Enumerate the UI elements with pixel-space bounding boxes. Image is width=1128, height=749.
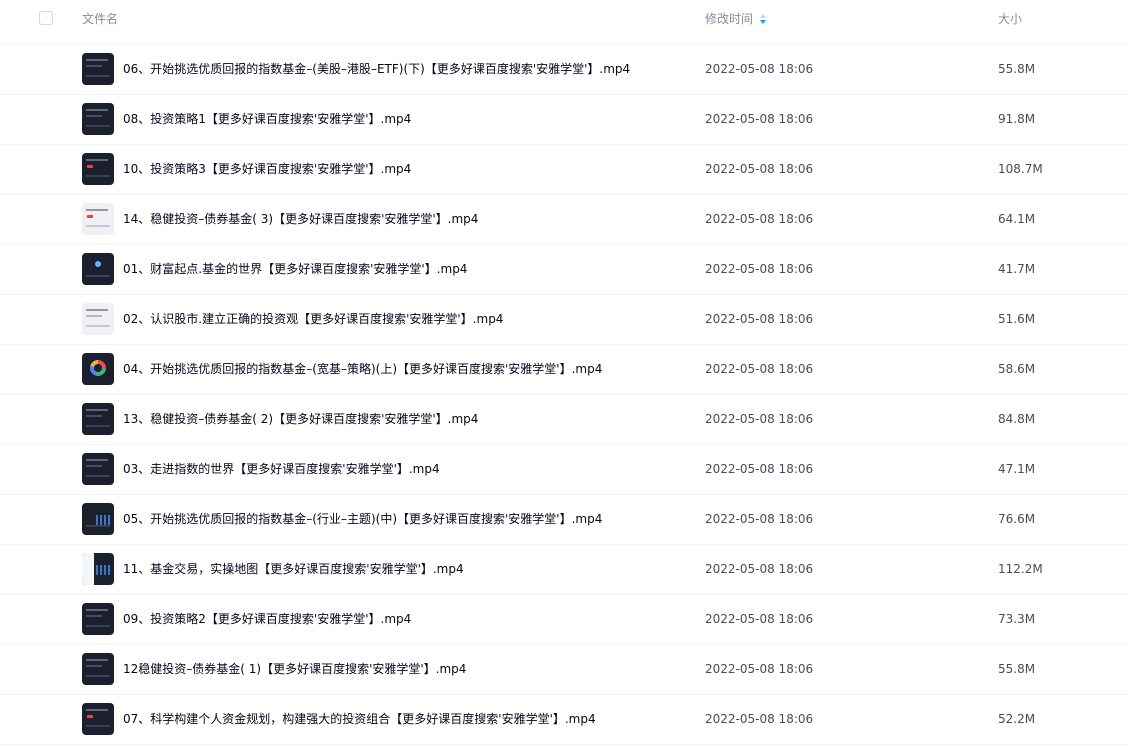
file-size: 55.8M [998, 62, 1036, 76]
file-name[interactable]: 14、稳健投资–债券基金( 3)【更多好课百度搜索'安雅学堂'】.mp4 [123, 212, 478, 226]
file-size: 112.2M [998, 562, 1043, 576]
sort-icon[interactable] [759, 13, 767, 25]
video-thumbnail-icon[interactable] [82, 653, 114, 685]
file-name[interactable]: 09、投资策略2【更多好课百度搜索'安雅学堂'】.mp4 [123, 612, 411, 626]
file-row[interactable]: 06、开始挑选优质回报的指数基金–(美股–港股–ETF)(下)【更多好课百度搜索… [0, 45, 1128, 95]
file-modified-time: 2022-05-08 18:06 [705, 112, 814, 126]
file-name[interactable]: 07、科学构建个人资金规划，构建强大的投资组合【更多好课百度搜索'安雅学堂'】.… [123, 712, 596, 726]
file-name[interactable]: 02、认识股市.建立正确的投资观【更多好课百度搜索'安雅学堂'】.mp4 [123, 312, 503, 326]
file-row[interactable]: 14、稳健投资–债券基金( 3)【更多好课百度搜索'安雅学堂'】.mp4 202… [0, 195, 1128, 245]
file-size: 51.6M [998, 312, 1036, 326]
file-modified-time: 2022-05-08 18:06 [705, 512, 814, 526]
file-name[interactable]: 03、走进指数的世界【更多好课百度搜索'安雅学堂'】.mp4 [123, 462, 440, 476]
file-row[interactable]: 02、认识股市.建立正确的投资观【更多好课百度搜索'安雅学堂'】.mp4 202… [0, 295, 1128, 345]
file-modified-time: 2022-05-08 18:06 [705, 262, 814, 276]
file-size: 41.7M [998, 262, 1036, 276]
file-row[interactable]: 05、开始挑选优质回报的指数基金–(行业–主题)(中)【更多好课百度搜索'安雅学… [0, 495, 1128, 545]
file-row[interactable]: 07、科学构建个人资金规划，构建强大的投资组合【更多好课百度搜索'安雅学堂'】.… [0, 695, 1128, 745]
video-thumbnail-icon[interactable] [82, 103, 114, 135]
video-thumbnail-icon[interactable] [82, 703, 114, 735]
column-header-name[interactable]: 文件名 [82, 12, 118, 26]
video-thumbnail-icon[interactable] [82, 253, 114, 285]
file-name[interactable]: 13、稳健投资–债券基金( 2)【更多好课百度搜索'安雅学堂'】.mp4 [123, 412, 478, 426]
file-modified-time: 2022-05-08 18:06 [705, 612, 814, 626]
file-row[interactable]: 09、投资策略2【更多好课百度搜索'安雅学堂'】.mp4 2022-05-08 … [0, 595, 1128, 645]
file-row[interactable]: 13、稳健投资–债券基金( 2)【更多好课百度搜索'安雅学堂'】.mp4 202… [0, 395, 1128, 445]
video-thumbnail-icon[interactable] [82, 553, 114, 585]
file-modified-time: 2022-05-08 18:06 [705, 412, 814, 426]
column-header-modified-time[interactable]: 修改时间 [705, 12, 753, 26]
file-name[interactable]: 11、基金交易，实操地图【更多好课百度搜索'安雅学堂'】.mp4 [123, 562, 464, 576]
video-thumbnail-icon[interactable] [82, 453, 114, 485]
video-thumbnail-icon[interactable] [82, 153, 114, 185]
file-modified-time: 2022-05-08 18:06 [705, 362, 814, 376]
select-all-checkbox[interactable] [39, 11, 53, 25]
file-size: 76.6M [998, 512, 1036, 526]
file-name[interactable]: 05、开始挑选优质回报的指数基金–(行业–主题)(中)【更多好课百度搜索'安雅学… [123, 512, 602, 526]
file-size: 64.1M [998, 212, 1036, 226]
file-modified-time: 2022-05-08 18:06 [705, 462, 814, 476]
video-thumbnail-icon[interactable] [82, 403, 114, 435]
file-name[interactable]: 01、财富起点.基金的世界【更多好课百度搜索'安雅学堂'】.mp4 [123, 262, 467, 276]
file-modified-time: 2022-05-08 18:06 [705, 312, 814, 326]
file-modified-time: 2022-05-08 18:06 [705, 212, 814, 226]
file-modified-time: 2022-05-08 18:06 [705, 162, 814, 176]
video-thumbnail-icon[interactable] [82, 353, 114, 385]
file-name[interactable]: 04、开始挑选优质回报的指数基金–(宽基–策略)(上)【更多好课百度搜索'安雅学… [123, 362, 602, 376]
file-row[interactable]: 10、投资策略3【更多好课百度搜索'安雅学堂'】.mp4 2022-05-08 … [0, 145, 1128, 195]
file-modified-time: 2022-05-08 18:06 [705, 62, 814, 76]
file-row[interactable]: 08、投资策略1【更多好课百度搜索'安雅学堂'】.mp4 2022-05-08 … [0, 95, 1128, 145]
list-header: 文件名 修改时间 大小 [0, 0, 1128, 45]
video-thumbnail-icon[interactable] [82, 53, 114, 85]
file-size: 108.7M [998, 162, 1043, 176]
file-row[interactable]: 03、走进指数的世界【更多好课百度搜索'安雅学堂'】.mp4 2022-05-0… [0, 445, 1128, 495]
file-list: 文件名 修改时间 大小 06、开始挑选优质回报的指数基金–(美股–港股–ETF)… [0, 0, 1128, 749]
file-size: 84.8M [998, 412, 1036, 426]
file-size: 91.8M [998, 112, 1036, 126]
file-size: 52.2M [998, 712, 1036, 726]
file-name[interactable]: 10、投资策略3【更多好课百度搜索'安雅学堂'】.mp4 [123, 162, 411, 176]
file-size: 58.6M [998, 362, 1036, 376]
video-thumbnail-icon[interactable] [82, 303, 114, 335]
file-name[interactable]: 06、开始挑选优质回报的指数基金–(美股–港股–ETF)(下)【更多好课百度搜索… [123, 62, 630, 76]
file-row[interactable]: 12稳健投资–债券基金( 1)【更多好课百度搜索'安雅学堂'】.mp4 2022… [0, 645, 1128, 695]
file-row[interactable]: 04、开始挑选优质回报的指数基金–(宽基–策略)(上)【更多好课百度搜索'安雅学… [0, 345, 1128, 395]
video-thumbnail-icon[interactable] [82, 203, 114, 235]
file-name[interactable]: 08、投资策略1【更多好课百度搜索'安雅学堂'】.mp4 [123, 112, 411, 126]
file-name[interactable]: 12稳健投资–债券基金( 1)【更多好课百度搜索'安雅学堂'】.mp4 [123, 662, 466, 676]
file-modified-time: 2022-05-08 18:06 [705, 712, 814, 726]
file-size: 73.3M [998, 612, 1036, 626]
file-modified-time: 2022-05-08 18:06 [705, 662, 814, 676]
video-thumbnail-icon[interactable] [82, 603, 114, 635]
file-row[interactable]: 11、基金交易，实操地图【更多好课百度搜索'安雅学堂'】.mp4 2022-05… [0, 545, 1128, 595]
video-thumbnail-icon[interactable] [82, 503, 114, 535]
column-header-size[interactable]: 大小 [998, 12, 1022, 26]
file-modified-time: 2022-05-08 18:06 [705, 562, 814, 576]
file-row[interactable]: 01、财富起点.基金的世界【更多好课百度搜索'安雅学堂'】.mp4 2022-0… [0, 245, 1128, 295]
file-size: 55.8M [998, 662, 1036, 676]
file-size: 47.1M [998, 462, 1036, 476]
